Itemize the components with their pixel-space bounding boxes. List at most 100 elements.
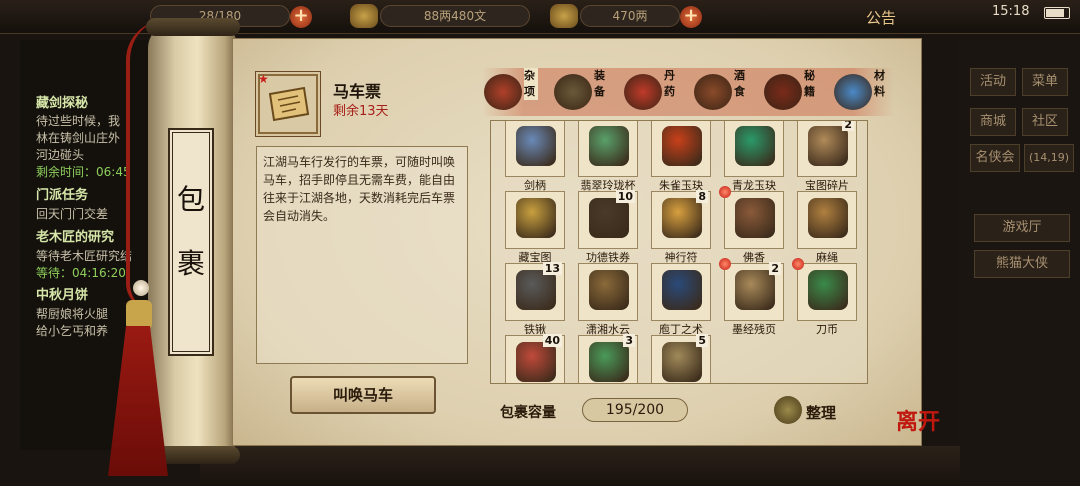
tab-category[interactable]: 秘籍 xyxy=(762,68,828,116)
item-description: 江湖马车行发行的车票，可随时叫唤马车，招手即停且无需车费，能自由往来于江湖各地，… xyxy=(263,155,456,223)
add-gold-button[interactable]: + xyxy=(680,6,702,28)
item-slot[interactable]: 2 xyxy=(719,258,784,321)
copper-coin-icon xyxy=(350,4,378,28)
panda-hero-button[interactable]: 熊猫大侠 xyxy=(974,250,1070,278)
item-slot[interactable] xyxy=(797,191,857,249)
tab-category[interactable]: 材料 xyxy=(832,68,898,116)
new-item-dot-icon xyxy=(719,258,731,270)
tab-category[interactable]: 酒食 xyxy=(692,68,758,116)
new-item-dot-icon xyxy=(792,258,804,270)
quest-title[interactable]: 藏剑探秘 xyxy=(36,92,88,111)
tassel-knot xyxy=(126,300,152,330)
quest-title[interactable]: 老木匠的研究 xyxy=(36,226,114,245)
rank-coords: (14,19) xyxy=(1024,144,1074,172)
activity-button[interactable]: 活动 xyxy=(970,68,1016,96)
incense-icon xyxy=(735,198,775,238)
map-fragment-icon xyxy=(808,126,848,166)
community-button[interactable]: 社区 xyxy=(1022,108,1068,136)
torn-page-icon xyxy=(735,270,775,310)
gold-display: 470两 xyxy=(580,5,680,27)
quest-line: 回天门门交差 xyxy=(36,207,109,221)
menu-button[interactable]: 菜单 xyxy=(1022,68,1068,96)
item-count: 10 xyxy=(615,190,635,203)
crystal-icon xyxy=(834,74,872,110)
talisman-icon xyxy=(662,198,702,238)
gold-value: 470两 xyxy=(612,9,648,23)
tab-label: 杂项 xyxy=(524,68,538,100)
close-button[interactable]: 离开 xyxy=(896,404,942,444)
item-slot[interactable] xyxy=(505,191,565,249)
item-slot[interactable]: 40 xyxy=(505,334,565,383)
quest-title[interactable]: 中秋月饼 xyxy=(36,284,88,303)
worm-icon xyxy=(516,342,556,382)
selected-item-icon: ★ xyxy=(258,72,318,134)
item-slot[interactable] xyxy=(578,263,638,321)
capacity-label: 包裹容量 xyxy=(500,405,556,421)
clock: 15:18 xyxy=(992,4,1030,19)
tassel-bead xyxy=(133,280,149,296)
notice-button[interactable]: 公告 xyxy=(866,7,896,28)
phoenix-jade-icon xyxy=(662,126,702,166)
tab-label: 装备 xyxy=(594,69,605,98)
quest-line: 等待老木匠研究结 xyxy=(36,249,133,263)
item-count: 3 xyxy=(623,334,635,347)
item-slot[interactable]: 10 xyxy=(578,190,638,249)
gear-bundle-icon xyxy=(554,74,592,110)
item-slot[interactable] xyxy=(651,263,711,321)
item-slot[interactable]: 2 xyxy=(797,120,857,177)
battery-icon xyxy=(1044,7,1070,19)
star-icon: ★ xyxy=(258,72,269,86)
item-count: 8 xyxy=(696,190,708,203)
jade-cup-icon xyxy=(589,126,629,166)
tab-category[interactable]: 丹药 xyxy=(622,68,688,116)
tab-category[interactable]: 装备 xyxy=(552,68,618,116)
capacity-value: 195/200 xyxy=(582,398,688,422)
add-stamina-button[interactable]: + xyxy=(290,6,312,28)
sort-button[interactable]: 整理 xyxy=(806,402,836,423)
item-slot[interactable]: 13 xyxy=(505,262,565,321)
item-count: 2 xyxy=(769,262,781,275)
wine-jar-icon xyxy=(694,74,732,110)
tab-label: 丹药 xyxy=(664,69,675,98)
item-slot[interactable] xyxy=(792,258,857,321)
item-slot[interactable] xyxy=(578,121,638,177)
quest-line: 待过些时候，我 xyxy=(36,114,121,128)
selected-item-name: 马车票 xyxy=(333,82,382,101)
inventory-title: 包 裹 xyxy=(168,128,214,356)
item-slot[interactable] xyxy=(651,121,711,177)
item-slot[interactable]: 8 xyxy=(651,190,711,249)
item-slot[interactable] xyxy=(724,121,784,177)
item-slot[interactable] xyxy=(505,121,565,177)
knife-coin-icon xyxy=(808,270,848,310)
tab-label: 酒食 xyxy=(734,69,745,98)
item-slot[interactable] xyxy=(719,186,784,249)
right-menu-panel: 活动 菜单 商城 社区 名侠会 (14,19) 游戏厅 熊猫大侠 xyxy=(958,40,1080,486)
item-slot[interactable]: 5 xyxy=(651,334,711,383)
title-char: 包 xyxy=(176,183,205,216)
rope-icon xyxy=(808,198,848,238)
sort-bag-icon[interactable] xyxy=(774,396,802,424)
quest-timer: 等待：04:16:20 xyxy=(36,266,126,280)
item-name: 墨经残页 xyxy=(732,323,776,336)
item-name: 刀币 xyxy=(816,323,838,336)
shop-button[interactable]: 商城 xyxy=(970,108,1016,136)
item-count: 40 xyxy=(542,334,562,347)
item-slot[interactable]: 3 xyxy=(578,334,638,383)
rank-button[interactable]: 名侠会 xyxy=(970,144,1020,172)
sword-hilt-icon xyxy=(516,126,556,166)
shovel-icon xyxy=(516,270,556,310)
pill-icon xyxy=(624,74,662,110)
game-hall-button[interactable]: 游戏厅 xyxy=(974,214,1070,242)
item-description-box: 江湖马车行发行的车票，可随时叫唤马车，招手即停且无需车费，能自由往来于江湖各地，… xyxy=(256,146,468,364)
bottom-nav-bar xyxy=(200,446,960,486)
iron-certificate-icon xyxy=(589,198,629,238)
treasure-map-icon xyxy=(516,198,556,238)
item-count: 2 xyxy=(842,120,854,131)
tab-label: 秘籍 xyxy=(804,69,815,98)
item-count: 5 xyxy=(696,334,708,347)
tab-category[interactable]: 杂项 xyxy=(482,68,548,116)
scroll-cap-top xyxy=(146,18,240,36)
quest-title[interactable]: 门派任务 xyxy=(36,184,88,203)
call-carriage-button[interactable]: 叫唤马车 xyxy=(290,376,436,414)
item-grid[interactable]: 剑柄 翡翠玲珑杯 朱雀玉玦 青龙玉玦 2 宝图碎片 藏宝图 10 功德铁券 8 神行符 佛香 麻绳 13 铁… xyxy=(490,120,868,384)
